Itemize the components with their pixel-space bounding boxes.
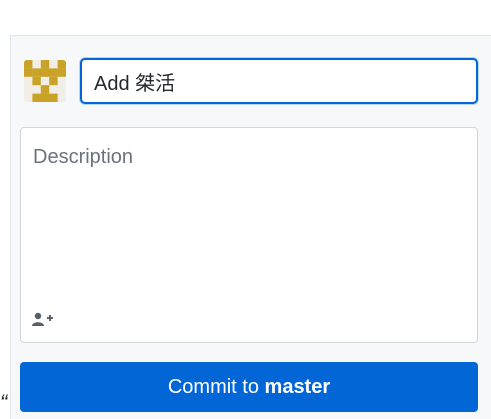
add-coauthor-icon — [32, 312, 53, 326]
stray-quote-mark: “ — [0, 390, 8, 415]
commit-description-textarea[interactable]: Description — [20, 127, 478, 343]
commit-button[interactable]: Commit to master — [20, 362, 478, 412]
commit-button-prefix: Commit to — [167, 375, 265, 398]
description-placeholder: Description — [33, 146, 134, 168]
identicon-avatar-icon — [24, 60, 66, 102]
commit-summary-input[interactable] — [80, 58, 478, 104]
avatar — [24, 60, 66, 102]
add-coauthor-button[interactable] — [31, 310, 55, 328]
commit-branch-name: master — [264, 375, 331, 398]
